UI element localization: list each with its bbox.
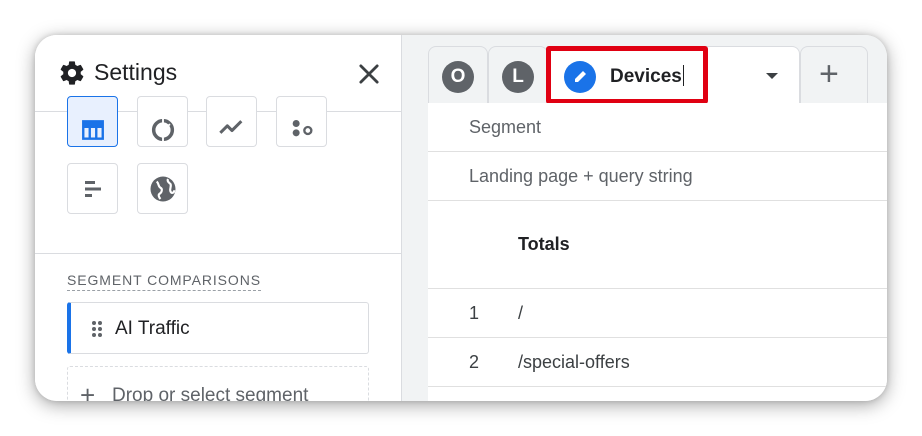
table-row[interactable]: 2 /special-offers bbox=[428, 338, 887, 387]
line-chart-icon bbox=[218, 119, 242, 134]
exploration-canvas: O L Devices + Segment Landing page + que… bbox=[402, 35, 887, 401]
add-tab-button[interactable]: + bbox=[800, 46, 868, 103]
totals-row: Totals bbox=[428, 201, 887, 289]
bar-viz-button[interactable] bbox=[67, 163, 118, 214]
tab-name-input[interactable]: Devices bbox=[610, 61, 685, 93]
avatar-o: O bbox=[442, 61, 474, 93]
row-path: / bbox=[518, 303, 524, 323]
line-viz-button[interactable] bbox=[206, 96, 257, 147]
table-viz-button[interactable] bbox=[67, 96, 118, 147]
data-table: Segment Landing page + query string Tota… bbox=[428, 103, 887, 401]
dimension-column-label[interactable]: Landing page + query string bbox=[469, 166, 693, 187]
segment-header-row: Segment bbox=[428, 103, 887, 152]
drop-segment-label: Drop or select segment bbox=[112, 385, 309, 401]
geo-viz-button[interactable] bbox=[137, 163, 188, 214]
drop-segment-zone[interactable]: + Drop or select segment bbox=[67, 366, 369, 401]
segment-column-label: Segment bbox=[469, 117, 542, 137]
segment-comparisons-heading: SEGMENT COMPARISONS bbox=[67, 272, 261, 291]
scatter-plot-icon bbox=[292, 119, 312, 136]
tab-devices[interactable]: Devices bbox=[546, 46, 800, 103]
text-caret bbox=[682, 65, 685, 86]
segment-label: AI Traffic bbox=[115, 318, 190, 339]
bar-chart-icon bbox=[84, 180, 101, 197]
drag-handle-icon[interactable] bbox=[91, 320, 103, 338]
globe-icon bbox=[150, 176, 175, 201]
chevron-down-icon[interactable] bbox=[766, 73, 778, 79]
gear-icon bbox=[60, 61, 84, 85]
tab-name-value: Devices bbox=[610, 66, 682, 87]
scatter-viz-button[interactable] bbox=[276, 96, 327, 147]
close-icon[interactable] bbox=[355, 60, 383, 88]
row-index: 1 bbox=[469, 303, 480, 323]
tab-o[interactable]: O bbox=[428, 46, 488, 103]
settings-title: Settings bbox=[94, 59, 178, 85]
donut-viz-button[interactable] bbox=[137, 96, 188, 147]
table-row[interactable]: 1 / bbox=[428, 289, 887, 338]
segment-chip[interactable]: AI Traffic bbox=[67, 302, 369, 354]
pencil-icon bbox=[564, 61, 596, 93]
donut-chart-icon bbox=[151, 117, 174, 142]
plus-icon: + bbox=[80, 380, 96, 401]
settings-dialog: Settings SEGMENT COMPARISONS AI Traffic … bbox=[35, 35, 887, 401]
table-icon bbox=[81, 119, 104, 140]
settings-panel: Settings SEGMENT COMPARISONS AI Traffic … bbox=[35, 35, 402, 401]
tab-l[interactable]: L bbox=[488, 46, 548, 103]
dimension-header-row: Landing page + query string bbox=[428, 152, 887, 201]
row-path: /special-offers bbox=[518, 352, 630, 372]
section-divider bbox=[35, 253, 401, 254]
totals-label: Totals bbox=[518, 234, 570, 254]
row-index: 2 bbox=[469, 352, 480, 372]
avatar-l: L bbox=[502, 61, 534, 93]
plus-icon: + bbox=[819, 55, 839, 93]
